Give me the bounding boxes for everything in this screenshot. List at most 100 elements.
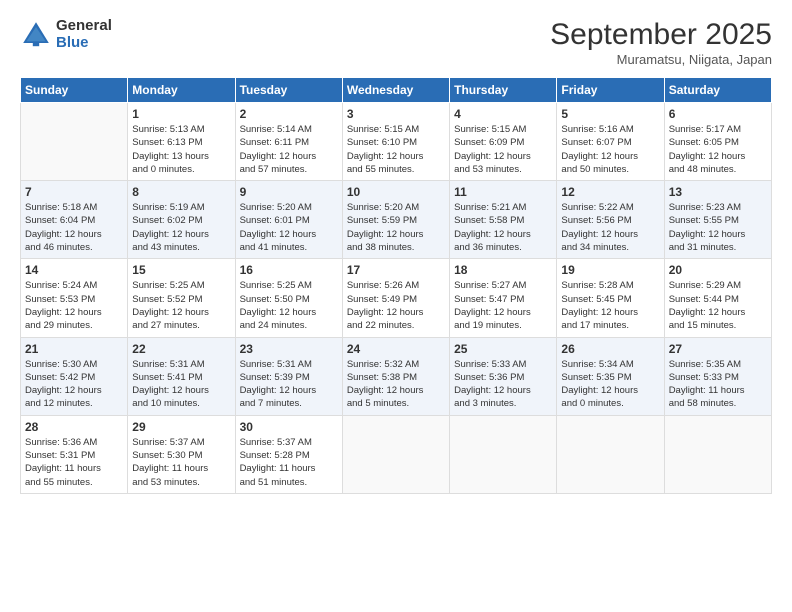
day-number: 3 <box>347 107 445 121</box>
day-number: 29 <box>132 420 230 434</box>
day-info: Sunrise: 5:33 AM Sunset: 5:36 PM Dayligh… <box>454 358 552 411</box>
day-info: Sunrise: 5:34 AM Sunset: 5:35 PM Dayligh… <box>561 358 659 411</box>
day-info: Sunrise: 5:37 AM Sunset: 5:30 PM Dayligh… <box>132 436 230 489</box>
calendar-cell: 4Sunrise: 5:15 AM Sunset: 6:09 PM Daylig… <box>450 103 557 181</box>
calendar-cell: 1 Sunrise: 5:13 AM Sunset: 6:13 PM Daylig… <box>128 103 235 181</box>
day-number: 28 <box>25 420 123 434</box>
day-info: Sunrise: 5:29 AM Sunset: 5:44 PM Dayligh… <box>669 279 767 332</box>
logo-icon <box>20 19 52 51</box>
calendar-week-row: 28 Sunrise: 5:36 AM Sunset: 5:31 PM Dayli… <box>21 415 772 493</box>
day-number: 24 <box>347 342 445 356</box>
day-number: 25 <box>454 342 552 356</box>
calendar-week-row: 1 Sunrise: 5:13 AM Sunset: 6:13 PM Daylig… <box>21 103 772 181</box>
logo-blue: Blue <box>56 35 112 52</box>
calendar-cell: 15 Sunrise: 5:25 AM Sunset: 5:52 PM Dayli… <box>128 259 235 337</box>
calendar-week-row: 7 Sunrise: 5:18 AM Sunset: 6:04 PM Daylig… <box>21 181 772 259</box>
calendar-cell: 16 Sunrise: 5:25 AM Sunset: 5:50 PM Dayli… <box>235 259 342 337</box>
day-number: 15 <box>132 263 230 277</box>
calendar-cell: 6 Sunrise: 5:17 AM Sunset: 6:05 PM Daylig… <box>664 103 771 181</box>
month-title: September 2025 <box>550 18 772 52</box>
day-number: 21 <box>25 342 123 356</box>
calendar-week-row: 14 Sunrise: 5:24 AM Sunset: 5:53 PM Dayli… <box>21 259 772 337</box>
location: Muramatsu, Niigata, Japan <box>550 52 772 67</box>
calendar-cell: 14 Sunrise: 5:24 AM Sunset: 5:53 PM Dayli… <box>21 259 128 337</box>
calendar-cell: 30 Sunrise: 5:37 AM Sunset: 5:28 PM Dayli… <box>235 415 342 493</box>
day-info: Sunrise: 5:28 AM Sunset: 5:45 PM Dayligh… <box>561 279 659 332</box>
calendar-cell: 29 Sunrise: 5:37 AM Sunset: 5:30 PM Dayli… <box>128 415 235 493</box>
day-info: Sunrise: 5:23 AM Sunset: 5:55 PM Dayligh… <box>669 201 767 254</box>
day-header-monday: Monday <box>128 78 235 103</box>
calendar-cell: 9 Sunrise: 5:20 AM Sunset: 6:01 PM Daylig… <box>235 181 342 259</box>
day-info: Sunrise: 5:14 AM Sunset: 6:11 PM Dayligh… <box>240 123 338 176</box>
day-number: 19 <box>561 263 659 277</box>
calendar-cell <box>450 415 557 493</box>
day-number: 11 <box>454 185 552 199</box>
day-number: 1 <box>132 107 230 121</box>
calendar-cell: 27Sunrise: 5:35 AM Sunset: 5:33 PM Dayli… <box>664 337 771 415</box>
day-info: Sunrise: 5:24 AM Sunset: 5:53 PM Dayligh… <box>25 279 123 332</box>
day-info: Sunrise: 5:19 AM Sunset: 6:02 PM Dayligh… <box>132 201 230 254</box>
calendar: SundayMondayTuesdayWednesdayThursdayFrid… <box>20 77 772 494</box>
day-info: Sunrise: 5:17 AM Sunset: 6:05 PM Dayligh… <box>669 123 767 176</box>
calendar-cell: 22 Sunrise: 5:31 AM Sunset: 5:41 PM Dayli… <box>128 337 235 415</box>
calendar-cell: 17 Sunrise: 5:26 AM Sunset: 5:49 PM Dayli… <box>342 259 449 337</box>
calendar-week-row: 21 Sunrise: 5:30 AM Sunset: 5:42 PM Dayli… <box>21 337 772 415</box>
day-info: Sunrise: 5:18 AM Sunset: 6:04 PM Dayligh… <box>25 201 123 254</box>
day-number: 17 <box>347 263 445 277</box>
day-number: 9 <box>240 185 338 199</box>
calendar-header-row: SundayMondayTuesdayWednesdayThursdayFrid… <box>21 78 772 103</box>
day-header-wednesday: Wednesday <box>342 78 449 103</box>
calendar-cell: 8Sunrise: 5:19 AM Sunset: 6:02 PM Daylig… <box>128 181 235 259</box>
day-number: 14 <box>25 263 123 277</box>
day-info: Sunrise: 5:20 AM Sunset: 5:59 PM Dayligh… <box>347 201 445 254</box>
day-info: Sunrise: 5:37 AM Sunset: 5:28 PM Dayligh… <box>240 436 338 489</box>
calendar-cell: 20Sunrise: 5:29 AM Sunset: 5:44 PM Dayli… <box>664 259 771 337</box>
calendar-cell: 11 Sunrise: 5:21 AM Sunset: 5:58 PM Dayli… <box>450 181 557 259</box>
day-info: Sunrise: 5:21 AM Sunset: 5:58 PM Dayligh… <box>454 201 552 254</box>
day-header-saturday: Saturday <box>664 78 771 103</box>
day-header-friday: Friday <box>557 78 664 103</box>
calendar-cell <box>664 415 771 493</box>
calendar-cell: 19 Sunrise: 5:28 AM Sunset: 5:45 PM Dayli… <box>557 259 664 337</box>
day-info: Sunrise: 5:30 AM Sunset: 5:42 PM Dayligh… <box>25 358 123 411</box>
day-info: Sunrise: 5:25 AM Sunset: 5:52 PM Dayligh… <box>132 279 230 332</box>
day-info: Sunrise: 5:25 AM Sunset: 5:50 PM Dayligh… <box>240 279 338 332</box>
calendar-cell: 2Sunrise: 5:14 AM Sunset: 6:11 PM Daylig… <box>235 103 342 181</box>
calendar-cell <box>21 103 128 181</box>
day-number: 23 <box>240 342 338 356</box>
calendar-cell: 28 Sunrise: 5:36 AM Sunset: 5:31 PM Dayli… <box>21 415 128 493</box>
day-number: 7 <box>25 185 123 199</box>
day-number: 27 <box>669 342 767 356</box>
day-info: Sunrise: 5:36 AM Sunset: 5:31 PM Dayligh… <box>25 436 123 489</box>
day-number: 4 <box>454 107 552 121</box>
day-number: 6 <box>669 107 767 121</box>
header: General Blue September 2025 Muramatsu, N… <box>20 18 772 67</box>
day-info: Sunrise: 5:26 AM Sunset: 5:49 PM Dayligh… <box>347 279 445 332</box>
calendar-cell: 12 Sunrise: 5:22 AM Sunset: 5:56 PM Dayli… <box>557 181 664 259</box>
day-info: Sunrise: 5:20 AM Sunset: 6:01 PM Dayligh… <box>240 201 338 254</box>
day-header-thursday: Thursday <box>450 78 557 103</box>
title-block: September 2025 Muramatsu, Niigata, Japan <box>550 18 772 67</box>
calendar-cell <box>342 415 449 493</box>
calendar-cell <box>557 415 664 493</box>
calendar-cell: 7 Sunrise: 5:18 AM Sunset: 6:04 PM Daylig… <box>21 181 128 259</box>
logo: General Blue <box>20 18 112 51</box>
day-number: 22 <box>132 342 230 356</box>
day-info: Sunrise: 5:27 AM Sunset: 5:47 PM Dayligh… <box>454 279 552 332</box>
day-info: Sunrise: 5:31 AM Sunset: 5:39 PM Dayligh… <box>240 358 338 411</box>
day-number: 12 <box>561 185 659 199</box>
day-info: Sunrise: 5:22 AM Sunset: 5:56 PM Dayligh… <box>561 201 659 254</box>
calendar-cell: 24 Sunrise: 5:32 AM Sunset: 5:38 PM Dayli… <box>342 337 449 415</box>
calendar-cell: 5Sunrise: 5:16 AM Sunset: 6:07 PM Daylig… <box>557 103 664 181</box>
day-number: 13 <box>669 185 767 199</box>
day-info: Sunrise: 5:32 AM Sunset: 5:38 PM Dayligh… <box>347 358 445 411</box>
day-number: 16 <box>240 263 338 277</box>
logo-text: General Blue <box>56 18 112 51</box>
day-number: 30 <box>240 420 338 434</box>
calendar-cell: 10Sunrise: 5:20 AM Sunset: 5:59 PM Dayli… <box>342 181 449 259</box>
calendar-cell: 21 Sunrise: 5:30 AM Sunset: 5:42 PM Dayli… <box>21 337 128 415</box>
day-info: Sunrise: 5:15 AM Sunset: 6:10 PM Dayligh… <box>347 123 445 176</box>
day-header-tuesday: Tuesday <box>235 78 342 103</box>
day-info: Sunrise: 5:13 AM Sunset: 6:13 PM Dayligh… <box>132 123 230 176</box>
day-info: Sunrise: 5:31 AM Sunset: 5:41 PM Dayligh… <box>132 358 230 411</box>
